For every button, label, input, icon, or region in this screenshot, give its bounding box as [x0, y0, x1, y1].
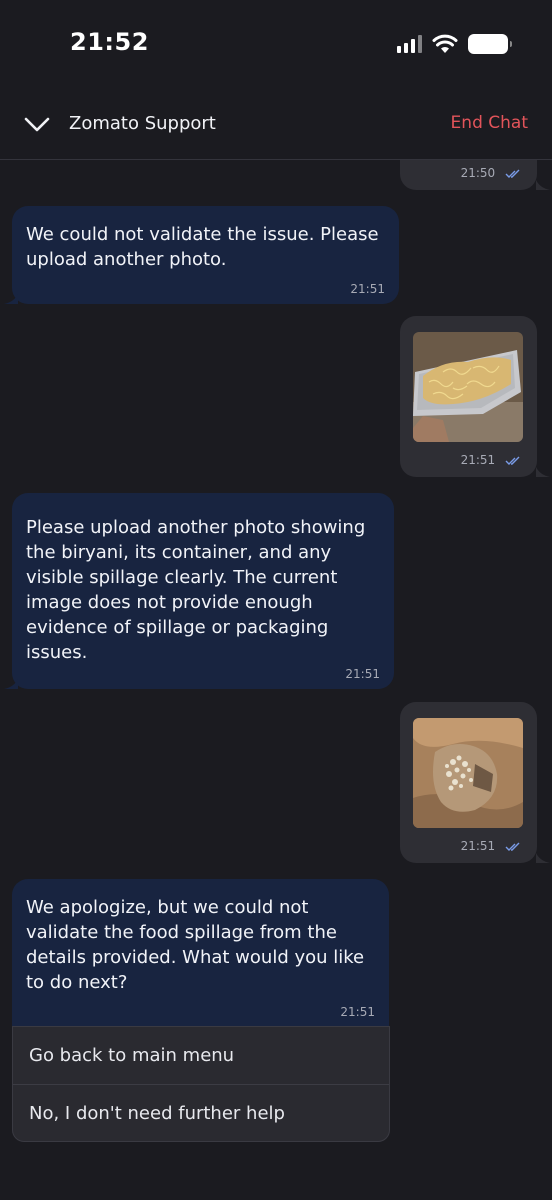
spillage-photo[interactable] — [413, 718, 523, 828]
battery-icon — [468, 34, 512, 54]
bubble-tail — [536, 180, 550, 190]
message-outgoing: 21:51 — [400, 316, 537, 477]
bubble-tail — [536, 853, 550, 863]
status-bar: 21:52 — [0, 0, 552, 90]
read-ticks-icon — [505, 842, 520, 851]
message-text: Please upload another photo showing the … — [26, 517, 366, 663]
wifi-icon — [432, 34, 458, 53]
bubble-tail — [4, 679, 18, 689]
quick-reply-options: Go back to main menu No, I don't need fu… — [12, 1026, 390, 1142]
chat-header: Zomato Support End Chat — [0, 92, 552, 160]
message-time: 21:51 — [345, 667, 380, 681]
message-incoming: We apologize, but we could not validate … — [12, 879, 389, 1027]
message-time: 21:51 — [460, 453, 496, 467]
biryani-photo[interactable] — [413, 332, 523, 442]
bubble-tail — [536, 467, 550, 477]
end-chat-button[interactable]: End Chat — [451, 113, 528, 133]
read-ticks-icon — [505, 169, 520, 178]
message-outgoing: 21:51 — [400, 702, 537, 863]
message-time: 21:51 — [350, 282, 385, 296]
message-time: 21:51 — [460, 839, 496, 853]
status-time: 21:52 — [70, 28, 149, 56]
message-text: We could not validate the issue. Please … — [26, 224, 379, 270]
cellular-signal-icon — [397, 35, 422, 53]
go-back-to-main-menu-button[interactable]: Go back to main menu — [13, 1027, 389, 1084]
message-text: We apologize, but we could not validate … — [26, 897, 365, 993]
chevron-down-icon[interactable] — [24, 112, 50, 138]
message-incoming: Please upload another photo showing the … — [12, 493, 394, 689]
chat-title: Zomato Support — [69, 113, 216, 134]
message-time: 21:51 — [340, 1005, 375, 1019]
no-further-help-button[interactable]: No, I don't need further help — [13, 1084, 389, 1141]
read-ticks-icon — [505, 456, 520, 465]
message-incoming: We could not validate the issue. Please … — [12, 206, 399, 304]
message-time: 21:50 — [460, 166, 496, 180]
status-icons — [397, 34, 512, 54]
bubble-tail — [4, 294, 18, 304]
